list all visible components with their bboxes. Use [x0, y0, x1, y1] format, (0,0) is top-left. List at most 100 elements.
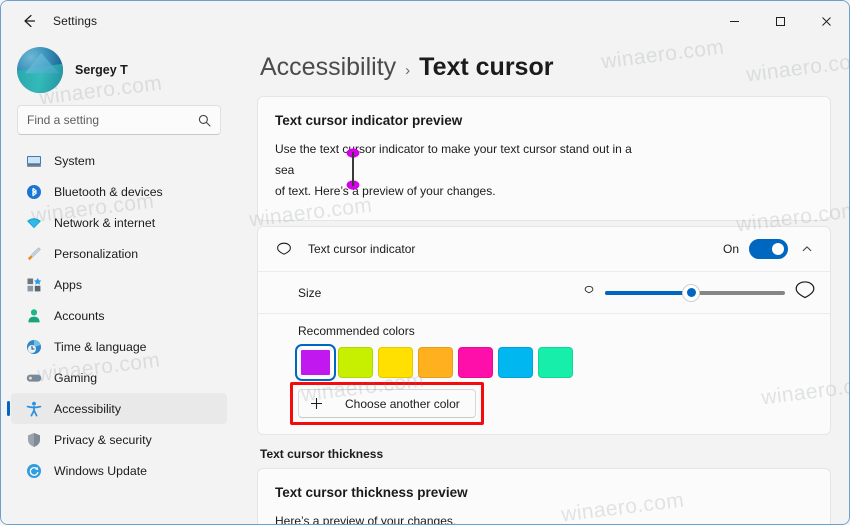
color-swatch-magenta-purple[interactable]: [295, 344, 336, 381]
sidebar-item-label: Network & internet: [54, 215, 156, 230]
preview-body-line2: of text. Here’s a preview of your change…: [275, 184, 496, 198]
sidebar-item-privacy-security[interactable]: Privacy & security: [11, 424, 227, 455]
window-body: Sergey T Find a setting System Bluetooth…: [1, 41, 849, 524]
sidebar-item-label: System: [54, 153, 95, 168]
color-swatch-yellow[interactable]: [378, 347, 413, 378]
recommended-colors-block: Recommended colors Choose another color: [258, 314, 830, 434]
preview-card-body: Use the text cursor indicator to make yo…: [275, 139, 650, 202]
text-cursor-indicator-preview-card: Text cursor indicator preview Use the te…: [257, 96, 831, 221]
paintbrush-icon: [25, 245, 42, 262]
avatar: [17, 47, 63, 93]
text-cursor-thickness-heading: Text cursor thickness: [260, 447, 384, 461]
sidebar-item-label: Apps: [54, 277, 83, 292]
sidebar-item-label: Gaming: [54, 370, 98, 385]
monitor-icon: [25, 152, 42, 169]
indicator-expander: Size Recommended colors Choose another c…: [258, 271, 830, 434]
color-swatch-pink-magenta[interactable]: [458, 347, 493, 378]
profile-section[interactable]: Sergey T: [5, 41, 233, 103]
gamepad-icon: [25, 369, 42, 386]
sidebar-item-accounts[interactable]: Accounts: [11, 300, 227, 331]
text-cursor-indicator-controls: On: [723, 239, 816, 259]
size-label: Size: [298, 285, 322, 300]
color-swatch-orange[interactable]: [418, 347, 453, 378]
recommended-colors-label: Recommended colors: [298, 324, 415, 338]
size-slider-track[interactable]: [605, 283, 785, 302]
wifi-icon: [25, 214, 42, 231]
sidebar-item-label: Time & language: [54, 339, 147, 354]
color-swatch-cyan[interactable]: [498, 347, 533, 378]
minimize-button[interactable]: [711, 1, 757, 41]
choose-another-color-button[interactable]: Choose another color: [298, 389, 476, 418]
large-cursor-indicator-icon: [794, 279, 816, 306]
chevron-up-icon[interactable]: [798, 241, 816, 257]
search-box[interactable]: [17, 105, 221, 135]
size-setting-row: Size: [258, 272, 830, 314]
color-swatches: [295, 344, 816, 381]
size-slider-fill: [605, 290, 692, 295]
breadcrumb-current: Text cursor: [419, 53, 554, 81]
back-button[interactable]: [13, 5, 45, 37]
apps-icon: [25, 276, 42, 293]
sidebar-item-personalization[interactable]: Personalization: [11, 238, 227, 269]
plus-icon: [310, 397, 323, 410]
sidebar-item-label: Privacy & security: [54, 432, 152, 447]
accessibility-icon: [25, 400, 42, 417]
settings-window: Settings Sergey T Find a setting System …: [0, 0, 850, 525]
small-cursor-indicator-icon: [582, 283, 596, 302]
sidebar-item-system[interactable]: System: [11, 145, 227, 176]
choose-another-color-label: Choose another color: [345, 396, 460, 411]
content-area: Accessibility › Text cursor Text cursor …: [237, 41, 849, 524]
back-arrow-icon: [24, 14, 36, 28]
preview-body-line1: Use the text cursor indicator to make yo…: [275, 142, 632, 177]
toggle-state-label: On: [722, 242, 739, 256]
clock-icon: [25, 338, 42, 355]
sidebar-item-apps[interactable]: Apps: [11, 269, 227, 300]
sidebar-item-accessibility[interactable]: Accessibility: [7, 393, 227, 424]
text-cursor-thickness-preview-card: Text cursor thickness preview Here’s a p…: [257, 468, 831, 524]
sidebar-item-label: Windows Update: [54, 463, 147, 478]
breadcrumb: Accessibility › Text cursor: [257, 41, 831, 96]
title-bar: Settings: [1, 1, 849, 41]
bluetooth-icon: [25, 183, 42, 200]
sidebar: Sergey T Find a setting System Bluetooth…: [1, 41, 237, 524]
maximize-button[interactable]: [757, 1, 803, 41]
text-cursor-indicator-label: Text cursor indicator: [308, 242, 416, 256]
breadcrumb-separator-icon: ›: [405, 62, 411, 79]
text-cursor-indicator-row[interactable]: Text cursor indicator On: [258, 227, 830, 271]
sidebar-nav: System Bluetooth & devices Network & int…: [5, 145, 233, 486]
text-cursor-indicator-setting-card: Text cursor indicator On Size Recommende…: [257, 226, 831, 435]
preview-card-title: Text cursor indicator preview: [275, 113, 463, 128]
sidebar-item-label: Bluetooth & devices: [54, 184, 163, 199]
color-swatch-yellow-green[interactable]: [338, 347, 373, 378]
toggle-knob: [772, 243, 784, 255]
thickness-preview-body: Here’s a preview of your changes.: [275, 514, 457, 524]
sidebar-item-label: Accessibility: [54, 401, 121, 416]
text-cursor-indicator-icon: [274, 240, 294, 258]
minimize-icon: [729, 20, 739, 22]
sidebar-item-label: Accounts: [54, 308, 105, 323]
color-swatch-spring-green[interactable]: [538, 347, 573, 378]
search-input[interactable]: [27, 113, 198, 127]
sidebar-item-bluetooth-devices[interactable]: Bluetooth & devices: [11, 176, 227, 207]
sidebar-item-time-language[interactable]: Time & language: [11, 331, 227, 362]
window-controls: [711, 1, 849, 41]
shield-icon: [25, 431, 42, 448]
close-button[interactable]: [803, 1, 849, 41]
update-icon: [25, 462, 42, 479]
text-cursor-indicator-toggle[interactable]: [749, 239, 788, 259]
choose-another-color-wrapper: Choose another color: [290, 382, 488, 425]
sidebar-item-gaming[interactable]: Gaming: [11, 362, 227, 393]
size-slider[interactable]: [582, 279, 816, 306]
thickness-preview-title: Text cursor thickness preview: [275, 485, 468, 500]
maximize-icon: [775, 16, 785, 26]
window-title: Settings: [53, 14, 98, 28]
profile-name: Sergey T: [75, 63, 128, 77]
size-slider-thumb[interactable]: [682, 283, 701, 302]
sidebar-item-windows-update[interactable]: Windows Update: [11, 455, 227, 486]
close-icon: [821, 16, 831, 26]
breadcrumb-parent[interactable]: Accessibility: [260, 53, 396, 82]
sidebar-item-label: Personalization: [54, 246, 139, 261]
person-icon: [25, 307, 42, 324]
sidebar-item-network-internet[interactable]: Network & internet: [11, 207, 227, 238]
search-icon: [198, 114, 211, 127]
